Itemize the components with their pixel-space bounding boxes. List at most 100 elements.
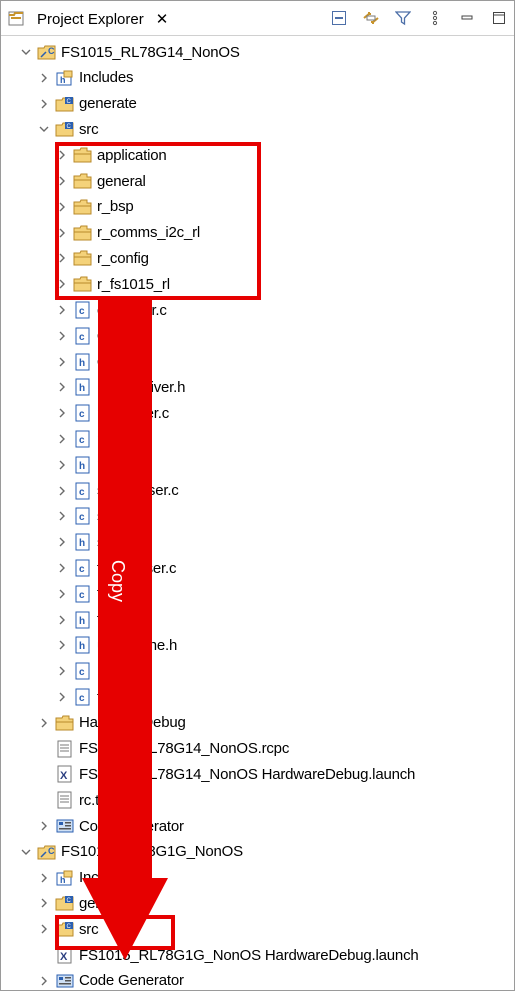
chevron-down-icon[interactable] bbox=[19, 845, 33, 859]
c-file-icon: c bbox=[73, 688, 93, 706]
folder-icon bbox=[55, 714, 75, 732]
tree-item[interactable]: h macrodriver.h bbox=[55, 376, 185, 398]
tree-item[interactable]: HardwareDebug bbox=[37, 712, 186, 734]
minimize-icon[interactable] bbox=[458, 9, 476, 27]
chevron-down-icon[interactable] bbox=[37, 122, 51, 136]
chevron-right-icon[interactable] bbox=[37, 819, 51, 833]
chevron-right-icon[interactable] bbox=[55, 329, 69, 343]
collapse-all-icon[interactable] bbox=[330, 9, 348, 27]
tree-item[interactable]: c cgc.c bbox=[55, 325, 131, 347]
tree-item[interactable]: c port_user.c bbox=[55, 402, 169, 424]
view-tab-bar: Project Explorer ✕ bbox=[1, 1, 514, 36]
link-with-editor-icon[interactable] bbox=[362, 9, 380, 27]
tree-item-label: HardwareDebug bbox=[79, 714, 186, 732]
svg-text:h: h bbox=[79, 461, 85, 472]
chevron-right-icon[interactable] bbox=[55, 535, 69, 549]
chevron-right-icon[interactable] bbox=[55, 484, 69, 498]
chevron-right-icon[interactable] bbox=[55, 355, 69, 369]
svg-text:c: c bbox=[79, 487, 85, 498]
tree-item[interactable]: c in.c bbox=[55, 660, 120, 682]
tree-item-label: timer.h bbox=[97, 611, 141, 629]
chevron-right-icon[interactable] bbox=[55, 509, 69, 523]
tree-item-label: Code Generator bbox=[79, 817, 184, 835]
svg-text:C: C bbox=[48, 46, 55, 56]
tree-item[interactable]: Csrc bbox=[37, 118, 99, 140]
tree-item[interactable]: h userdefine.h bbox=[55, 634, 177, 656]
tree-item-label: generate bbox=[79, 894, 137, 912]
chevron-right-icon[interactable] bbox=[55, 664, 69, 678]
tree-item[interactable]: Code Generator bbox=[37, 815, 184, 837]
chevron-down-icon[interactable] bbox=[19, 45, 33, 59]
svg-text:C: C bbox=[67, 124, 72, 130]
tree-item-label: FS1015_RL78G14_NonOS HardwareDebug.launc… bbox=[79, 765, 416, 783]
tree-item-label: FS1015_RL78G14_NonOS bbox=[61, 43, 240, 61]
tree-item-label: port.h bbox=[97, 456, 135, 474]
c-file-icon: c bbox=[73, 430, 93, 448]
filter-icon[interactable] bbox=[394, 9, 412, 27]
chevron-right-icon[interactable] bbox=[37, 974, 51, 988]
svg-text:C: C bbox=[48, 846, 55, 856]
h-file-icon: h bbox=[73, 611, 93, 629]
h-file-icon: h bbox=[73, 456, 93, 474]
tree-item[interactable]: c serial.c bbox=[55, 505, 143, 527]
tree-item-label: Includes bbox=[79, 869, 134, 887]
svg-text:h: h bbox=[79, 616, 85, 627]
chevron-right-icon[interactable] bbox=[37, 716, 51, 730]
svg-text:c: c bbox=[79, 435, 85, 446]
tree-item-label: cgc.h bbox=[97, 353, 132, 371]
chevron-right-icon[interactable] bbox=[55, 303, 69, 317]
code-generator-icon bbox=[55, 817, 75, 835]
c-file-icon: c bbox=[73, 585, 93, 603]
tree-item[interactable]: h Includes bbox=[37, 867, 133, 889]
chevron-right-icon[interactable] bbox=[37, 871, 51, 885]
chevron-right-icon[interactable] bbox=[37, 922, 51, 936]
tree-item[interactable]: Code Generator bbox=[37, 970, 184, 992]
launch-file-icon: X bbox=[55, 765, 75, 783]
chevron-right-icon[interactable] bbox=[55, 432, 69, 446]
tree-item[interactable]: c teminit.c bbox=[55, 686, 151, 708]
view-menu-icon[interactable] bbox=[426, 9, 444, 27]
chevron-right-icon[interactable] bbox=[55, 690, 69, 704]
chevron-right-icon[interactable] bbox=[37, 896, 51, 910]
tree-item-label: FS1015_RL78G14_NonOS.rcpc bbox=[79, 740, 290, 758]
tree-item-label: teminit.c bbox=[97, 688, 152, 706]
chevron-right-icon[interactable] bbox=[55, 587, 69, 601]
chevron-right-icon[interactable] bbox=[37, 97, 51, 111]
tree-item-label: Includes bbox=[79, 69, 134, 87]
svg-text:c: c bbox=[79, 590, 85, 601]
maximize-icon[interactable] bbox=[490, 9, 508, 27]
svg-text:h: h bbox=[79, 358, 85, 369]
chevron-right-icon[interactable] bbox=[55, 458, 69, 472]
chevron-right-icon[interactable] bbox=[55, 561, 69, 575]
tree-item-label: Code Generator bbox=[79, 972, 184, 990]
project-icon: C bbox=[37, 43, 57, 61]
svg-text:X: X bbox=[60, 770, 68, 782]
tree-item[interactable]: h port.h bbox=[55, 454, 134, 476]
tree-item[interactable]: h Includes bbox=[37, 67, 133, 89]
tree-item[interactable]: X FS1015_RL78G14_NonOS HardwareDebug.laun… bbox=[37, 763, 415, 785]
tree-item[interactable]: Cgenerate bbox=[37, 93, 137, 115]
tree-item[interactable]: c cgc_user.c bbox=[55, 299, 167, 321]
tree-item[interactable]: C FS1015_RL78G14_NonOS bbox=[19, 41, 240, 63]
chevron-right-icon[interactable] bbox=[55, 380, 69, 394]
close-icon[interactable]: ✕ bbox=[156, 10, 169, 28]
tree-item[interactable]: c port.c bbox=[55, 428, 134, 450]
tree-item[interactable]: c serial_user.c bbox=[55, 480, 179, 502]
chevron-right-icon[interactable] bbox=[55, 613, 69, 627]
tree-item[interactable]: rc.txt bbox=[37, 789, 111, 811]
tree-item[interactable]: h serial.h bbox=[55, 531, 144, 553]
tree-item[interactable]: Cgenerate bbox=[37, 892, 137, 914]
chevron-right-icon[interactable] bbox=[55, 638, 69, 652]
tree-item[interactable]: FS1015_RL78G14_NonOS.rcpc bbox=[37, 738, 289, 760]
h-file-icon: h bbox=[73, 636, 93, 654]
tree-item[interactable]: h timer.h bbox=[55, 609, 141, 631]
chevron-right-icon[interactable] bbox=[55, 406, 69, 420]
tree-item[interactable]: C FS1015_RL78G1G_NonOS bbox=[19, 841, 243, 863]
chevron-right-icon[interactable] bbox=[37, 71, 51, 85]
svg-text:c: c bbox=[79, 306, 85, 317]
svg-text:c: c bbox=[79, 693, 85, 704]
tree-item-label: serial_user.c bbox=[97, 482, 179, 500]
tree-item[interactable]: h cgc.h bbox=[55, 351, 132, 373]
tab-project-explorer[interactable]: Project Explorer ✕ bbox=[7, 7, 168, 31]
